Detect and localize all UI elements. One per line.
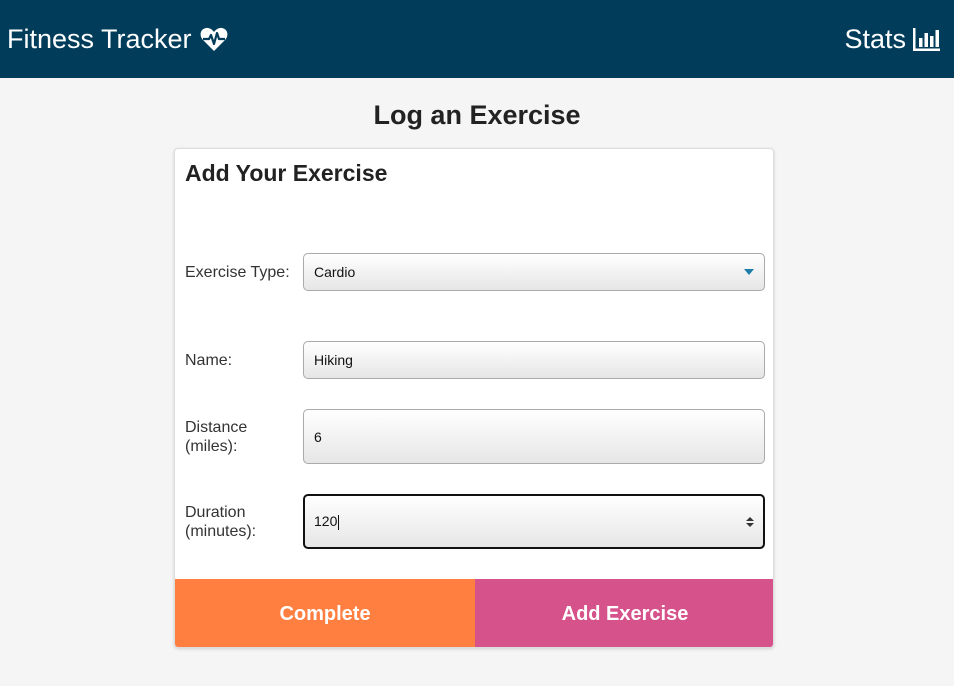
heartbeat-icon	[200, 26, 228, 52]
distance-label-line1: Distance	[185, 418, 248, 436]
exercise-form-card: Add Your Exercise Exercise Type: Cardio …	[174, 148, 774, 648]
stats-label: Stats	[844, 23, 906, 54]
exercise-type-value: Cardio	[314, 264, 356, 280]
exercise-type-select[interactable]: Cardio	[303, 253, 765, 291]
page-title: Log an Exercise	[373, 100, 581, 130]
text-cursor	[338, 514, 340, 530]
stats-link[interactable]: Stats	[844, 24, 941, 55]
bar-chart-icon	[913, 27, 941, 51]
distance-value: 6	[314, 428, 322, 445]
spinner-icon[interactable]	[746, 516, 754, 527]
distance-row: Distance (miles): 6	[185, 409, 765, 464]
exercise-type-label: Exercise Type:	[185, 263, 290, 281]
distance-label: Distance (miles):	[185, 418, 303, 456]
name-row: Name: Hiking	[185, 341, 765, 379]
duration-value: 120	[314, 513, 338, 530]
brand-title: Fitness Tracker	[7, 23, 192, 54]
caret-down-icon	[744, 269, 754, 275]
brand-link[interactable]: Fitness Tracker	[7, 24, 228, 55]
duration-input[interactable]: 120	[303, 494, 765, 549]
duration-row: Duration (minutes): 120	[185, 494, 765, 549]
duration-label-line1: Duration	[185, 503, 246, 521]
exercise-type-row: Exercise Type: Cardio	[185, 253, 765, 291]
card-title: Add Your Exercise	[185, 160, 388, 186]
name-value: Hiking	[314, 352, 353, 368]
navbar: Fitness Tracker Stats	[0, 0, 954, 78]
distance-input[interactable]: 6	[303, 409, 765, 464]
add-exercise-button[interactable]: Add Exercise	[475, 579, 773, 647]
complete-button[interactable]: Complete	[175, 579, 475, 647]
form-buttons: Complete Add Exercise	[175, 579, 773, 647]
duration-label-line2: (minutes):	[185, 522, 257, 540]
distance-label-line2: (miles):	[185, 437, 238, 455]
duration-label: Duration (minutes):	[185, 503, 303, 541]
name-label: Name:	[185, 351, 233, 369]
name-input[interactable]: Hiking	[303, 341, 765, 379]
